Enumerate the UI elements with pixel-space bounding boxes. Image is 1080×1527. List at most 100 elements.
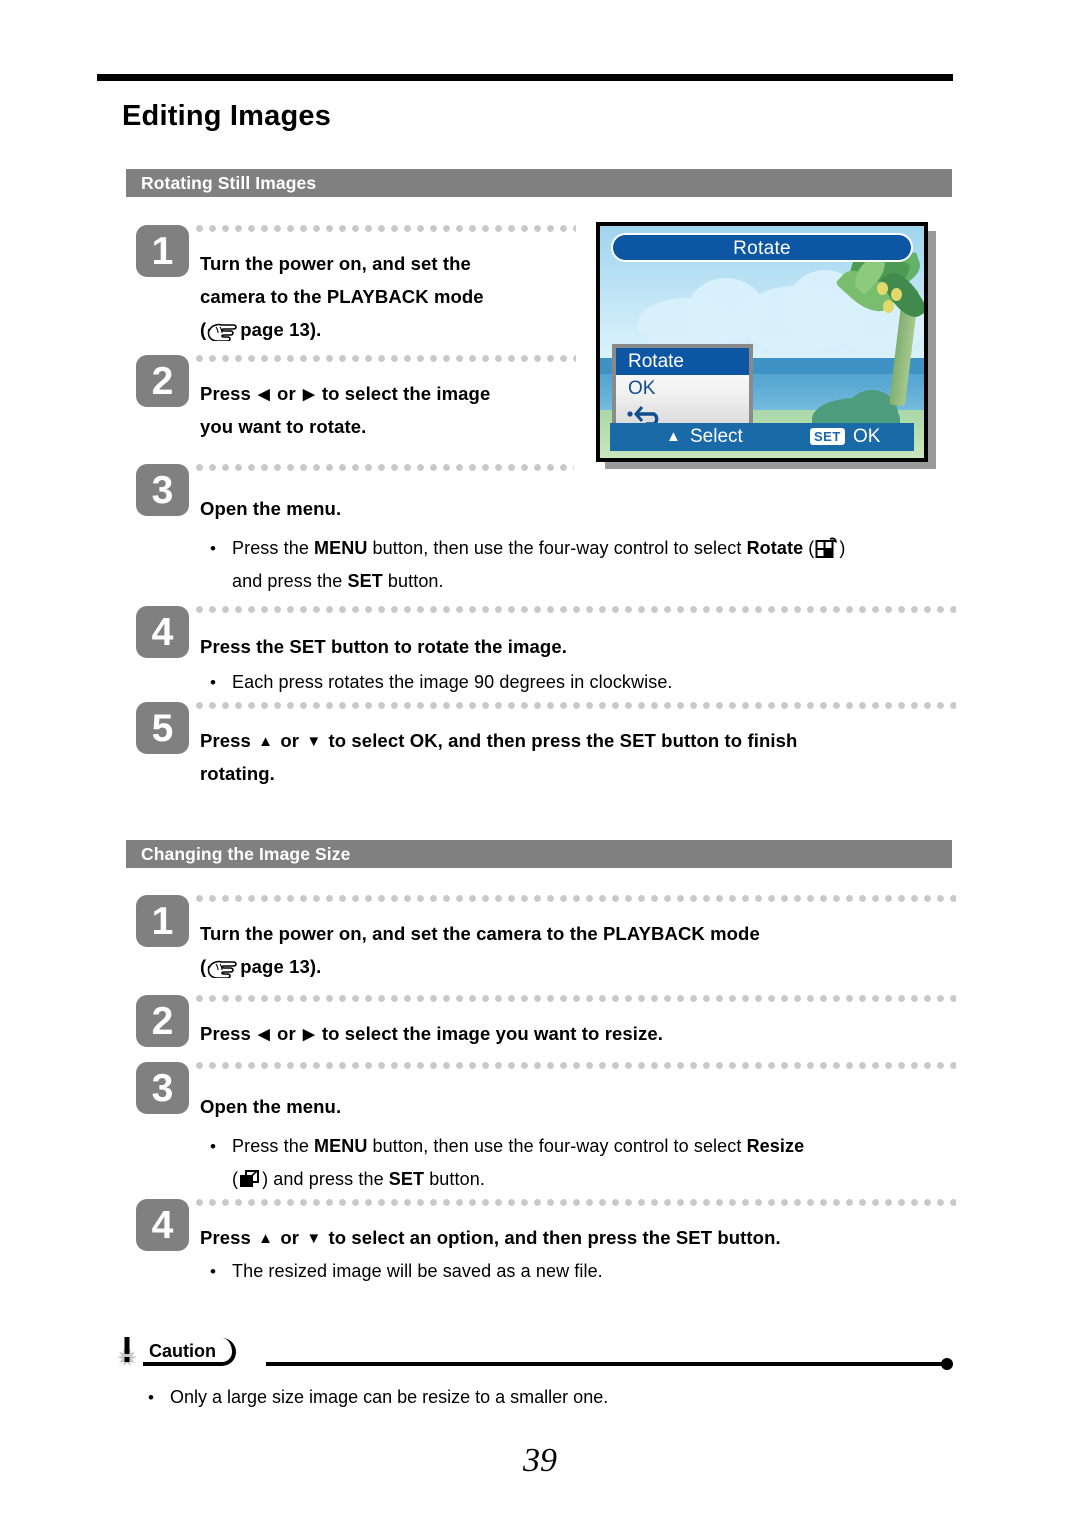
- step-text-or: or: [277, 383, 296, 404]
- bullet-text: ) and press the: [262, 1169, 389, 1189]
- step-text-line: Turn the power on, and set the camera to…: [200, 923, 760, 944]
- step-bullet: • The resized image will be saved as a ne…: [210, 1255, 955, 1288]
- step-bullet: • Press the MENU button, then use the fou…: [210, 1130, 955, 1196]
- step-bullet: • Press the MENU button, then use the fou…: [210, 532, 955, 598]
- step-dot-leader: [196, 355, 576, 363]
- bullet-text-bold: SET: [347, 571, 383, 591]
- step-text-line: Press the SET button to rotate the image…: [200, 636, 567, 657]
- step-bullet: • Each press rotates the image 90 degrees…: [210, 666, 955, 699]
- step-dot-leader: [196, 895, 956, 903]
- lcd-submenu: Rotate OK: [612, 344, 753, 434]
- step-text-line: you want to rotate.: [200, 416, 367, 437]
- step-dot-leader: [196, 1199, 956, 1207]
- up-down-arrows-icon: ▲▼: [666, 428, 681, 458]
- up-triangle-icon: ▲: [258, 1230, 274, 1247]
- bullet-text: Each press rotates the image 90 degrees …: [232, 672, 673, 692]
- bullet-marker: •: [210, 673, 217, 692]
- lcd-screen: Rotate Rotate OK ▲ Select SET OK: [600, 226, 924, 458]
- bullet-marker: •: [210, 1137, 217, 1156]
- step-dot-leader: [196, 464, 574, 472]
- bullet-text: button.: [424, 1169, 485, 1189]
- pointing-hand-icon: [206, 318, 240, 342]
- step-text-line: Open the menu.: [200, 1096, 342, 1117]
- lcd-title-bar: Rotate: [611, 233, 913, 262]
- step-number-badge: 1: [136, 225, 189, 277]
- page-title: Editing Images: [122, 100, 332, 132]
- bullet-text: button, then use the four-way control to…: [367, 1136, 747, 1156]
- left-triangle-icon: ◀: [258, 1026, 270, 1043]
- step-text-line: to select an option, and then press the …: [328, 1227, 781, 1248]
- coconut: [877, 282, 888, 295]
- bullet-text-bold: MENU: [314, 1136, 368, 1156]
- lcd-submenu-item-rotate[interactable]: Rotate: [616, 348, 749, 375]
- header-rule: [97, 74, 953, 81]
- step-instruction: Press ▲ or ▼ to select an option, and th…: [200, 1221, 960, 1254]
- bullet-marker: •: [210, 1262, 217, 1281]
- step-dot-leader: [196, 225, 576, 233]
- caution-bullet: • Only a large size image can be resize t…: [148, 1382, 608, 1413]
- bullet-text: and press the: [232, 571, 348, 591]
- step-dot-leader: [196, 1062, 956, 1070]
- lcd-status-bar: ▲▼ Select SET OK: [610, 423, 914, 458]
- step-text-line: page 13).: [240, 956, 322, 977]
- page-number: 39: [523, 1442, 557, 1479]
- step-instruction: Turn the power on, and set the camera to…: [200, 917, 960, 983]
- bullet-marker: •: [148, 1388, 154, 1407]
- step-text-line: Press: [200, 1227, 251, 1248]
- step-text-line: Open the menu.: [200, 498, 342, 519]
- bullet-text: The resized image will be saved as a new…: [232, 1261, 603, 1281]
- camera-lcd-screenshot: Rotate Rotate OK ▲ Select SET OK: [596, 222, 936, 469]
- step-instruction: Press ◀ or ▶ to select the image you wan…: [200, 377, 580, 443]
- bullet-text-bold: Resize: [746, 1136, 805, 1156]
- step-number-badge: 3: [136, 1062, 189, 1114]
- right-triangle-icon: ▶: [303, 386, 315, 403]
- coconut: [891, 288, 902, 301]
- lcd-submenu-item-ok[interactable]: OK: [616, 375, 749, 402]
- left-triangle-icon: ◀: [258, 386, 270, 403]
- lcd-select-label: Select: [690, 426, 743, 447]
- step-instruction: Open the menu.: [200, 492, 341, 525]
- bullet-marker: •: [210, 539, 217, 558]
- exclamation-burst-icon: [113, 1336, 141, 1370]
- resize-menu-icon: [238, 1168, 262, 1190]
- step-dot-leader: [196, 995, 956, 1003]
- bullet-text: button, then use the four-way control to…: [367, 538, 747, 558]
- bullet-text: ): [839, 538, 846, 558]
- step-text-line: Turn the power on, and set the: [200, 253, 471, 274]
- coconut: [883, 300, 894, 313]
- step-text-line: to select the image you want to resize.: [321, 1023, 663, 1044]
- caution-header: Caution: [107, 1334, 953, 1380]
- manual-page: Editing Images Rotating Still Images Rot…: [0, 0, 1080, 1527]
- bullet-text: (: [803, 538, 815, 558]
- section-heading-rotating-still-images: Rotating Still Images: [126, 169, 952, 197]
- bullet-text-bold: SET: [388, 1169, 425, 1189]
- step-instruction: Open the menu.: [200, 1090, 341, 1123]
- step-text-line: Press: [200, 730, 251, 751]
- step-text-or: or: [280, 730, 300, 751]
- step-text-line: to select OK, and then press the SET but…: [328, 730, 798, 751]
- rotate-menu-icon: [814, 535, 839, 560]
- step-instruction: Press ▲ or ▼ to select OK, and then pres…: [200, 724, 960, 790]
- step-text-or: or: [277, 1023, 296, 1044]
- down-triangle-icon: ▼: [306, 1230, 322, 1247]
- step-text-line: Press: [200, 383, 251, 404]
- bullet-text: button.: [382, 571, 444, 591]
- step-number-badge: 2: [136, 995, 189, 1047]
- step-number-badge: 3: [136, 464, 189, 516]
- step-dot-leader: [196, 702, 956, 710]
- step-text-line: page 13).: [240, 319, 322, 340]
- step-number-badge: 4: [136, 1199, 189, 1251]
- caution-bullet-text: Only a large size image can be resize to…: [170, 1387, 609, 1407]
- down-triangle-icon: ▼: [306, 733, 322, 750]
- lcd-set-badge: SET: [810, 428, 845, 445]
- step-number-badge: 2: [136, 355, 189, 407]
- bullet-text: Press the: [232, 538, 315, 558]
- caution-end-dot: [941, 1358, 953, 1370]
- section-heading-changing-the-image-size: Changing the Image Size: [126, 840, 952, 868]
- caution-rule: [266, 1362, 946, 1366]
- step-text-line: rotating.: [200, 763, 275, 784]
- step-number-badge: 4: [136, 606, 189, 658]
- step-text-or: or: [280, 1227, 300, 1248]
- step-number-badge: 1: [136, 895, 189, 947]
- lcd-ok-label: OK: [853, 426, 881, 447]
